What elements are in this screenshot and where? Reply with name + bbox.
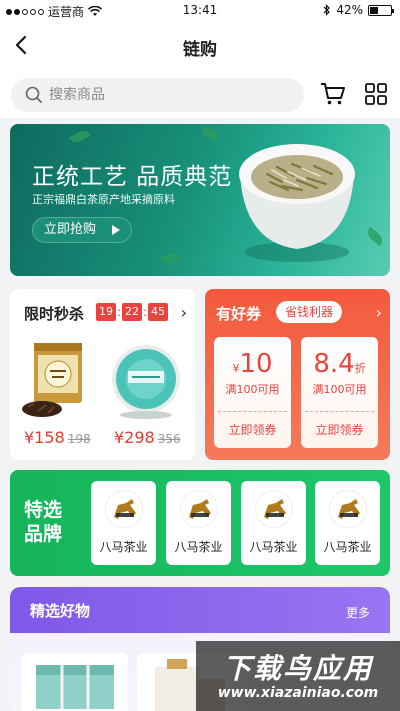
product-image-tea-cake[interactable] (106, 341, 186, 421)
product-price: ¥298 356 (114, 428, 181, 447)
product-image-tea-gift-box (36, 665, 114, 709)
banner-subline: 正宗福鼎白茶原产地采摘原料 (32, 193, 175, 206)
horse-logo-icon (328, 490, 367, 528)
horse-logo-icon (104, 490, 143, 528)
coupon-divider (305, 411, 374, 412)
bluetooth-icon (323, 4, 331, 16)
flash-sale-title: 限时秒杀 (24, 305, 85, 323)
brand-name: 八马茶业 (249, 540, 298, 554)
coupon-condition: 满100可用 (312, 383, 367, 396)
brand-item[interactable]: 八马茶业 (166, 481, 231, 565)
coupon-card[interactable]: 有好券 省钱利器 › ¥10 满100可用 立即领券 8.4折 满100可用 立… (205, 289, 390, 460)
buy-now-button[interactable]: 立即抢购 (32, 217, 132, 243)
sale-price: ¥298 (114, 428, 155, 447)
coupon-item[interactable]: ¥10 满100可用 立即领券 (214, 337, 291, 448)
claim-coupon-button[interactable]: 立即领券 (214, 421, 291, 438)
brand-name: 八马茶业 (174, 540, 223, 554)
brand-name: 八马茶业 (323, 540, 372, 554)
search-row (0, 70, 400, 118)
coupon-divider (218, 411, 287, 412)
watermark-overlay: 下载鸟应用 www.xiazainiao.com (196, 641, 400, 711)
original-price: 198 (67, 432, 91, 446)
timer-minutes: 22 (122, 303, 142, 321)
coupon-tag: 省钱利器 (276, 301, 343, 323)
watermark-title: 下载鸟应用 (222, 652, 373, 685)
claim-coupon-button[interactable]: 立即领券 (301, 421, 378, 438)
timer-hours: 19 (96, 303, 116, 321)
chevron-right-icon[interactable]: › (181, 303, 187, 322)
featured-brands-label: 特选品牌 (24, 499, 63, 545)
picks-title: 精选好物 (30, 602, 91, 620)
coupon-item[interactable]: 8.4折 满100可用 立即领券 (301, 337, 378, 448)
promo-banner[interactable]: 正统工艺 品质典范 正宗福鼎白茶原产地采摘原料 立即抢购 (10, 124, 390, 276)
page-title: 链购 (183, 40, 217, 60)
coupon-amount: 8.4折 (313, 349, 366, 379)
coupon-condition: 满100可用 (225, 383, 280, 396)
coupon-amount: ¥10 (232, 349, 273, 379)
featured-brands-card: 特选品牌 八马茶业 八马茶业 八马茶业 八马茶业 (10, 470, 390, 576)
leaf-decoration (159, 251, 181, 266)
search-icon (25, 86, 42, 103)
search-bar[interactable] (11, 78, 304, 112)
tea-bowl-image (239, 144, 355, 262)
flash-sale-card[interactable]: 限时秒杀 19: 22: 45 › ¥158 198 ¥298 356 (10, 289, 195, 460)
leaf-decoration (199, 125, 221, 142)
original-price: 356 (157, 432, 181, 446)
battery-icon (368, 4, 394, 16)
pick-product-item[interactable] (22, 653, 128, 711)
brand-item[interactable]: 八马茶业 (91, 481, 156, 565)
more-link[interactable]: 更多 (346, 604, 370, 621)
brand-name: 八马茶业 (99, 540, 148, 554)
timer-seconds: 45 (148, 303, 168, 321)
cart-icon[interactable] (320, 82, 346, 106)
horse-logo-icon (179, 490, 218, 528)
product-price: ¥158 198 (24, 428, 91, 447)
sale-price: ¥158 (24, 428, 65, 447)
horse-logo-icon (254, 490, 293, 528)
status-bar: 运营商 13:41 42% (0, 0, 400, 22)
brand-item[interactable]: 八马茶业 (315, 481, 380, 565)
leaf-decoration (69, 127, 91, 146)
search-input[interactable] (49, 78, 289, 112)
product-image-tea-can[interactable] (20, 341, 96, 421)
coupon-title: 有好券 (216, 305, 262, 323)
banner-headline: 正统工艺 品质典范 (32, 164, 233, 190)
countdown-timer: 19: 22: 45 (96, 303, 168, 321)
chevron-right-icon[interactable]: › (376, 303, 382, 322)
watermark-url: www.xiazainiao.com (217, 685, 379, 701)
battery-percent: 42% (336, 3, 363, 17)
grid-menu-icon[interactable] (365, 83, 387, 105)
nav-bar: 链购 (0, 22, 400, 70)
brand-item[interactable]: 八马茶业 (241, 481, 306, 565)
